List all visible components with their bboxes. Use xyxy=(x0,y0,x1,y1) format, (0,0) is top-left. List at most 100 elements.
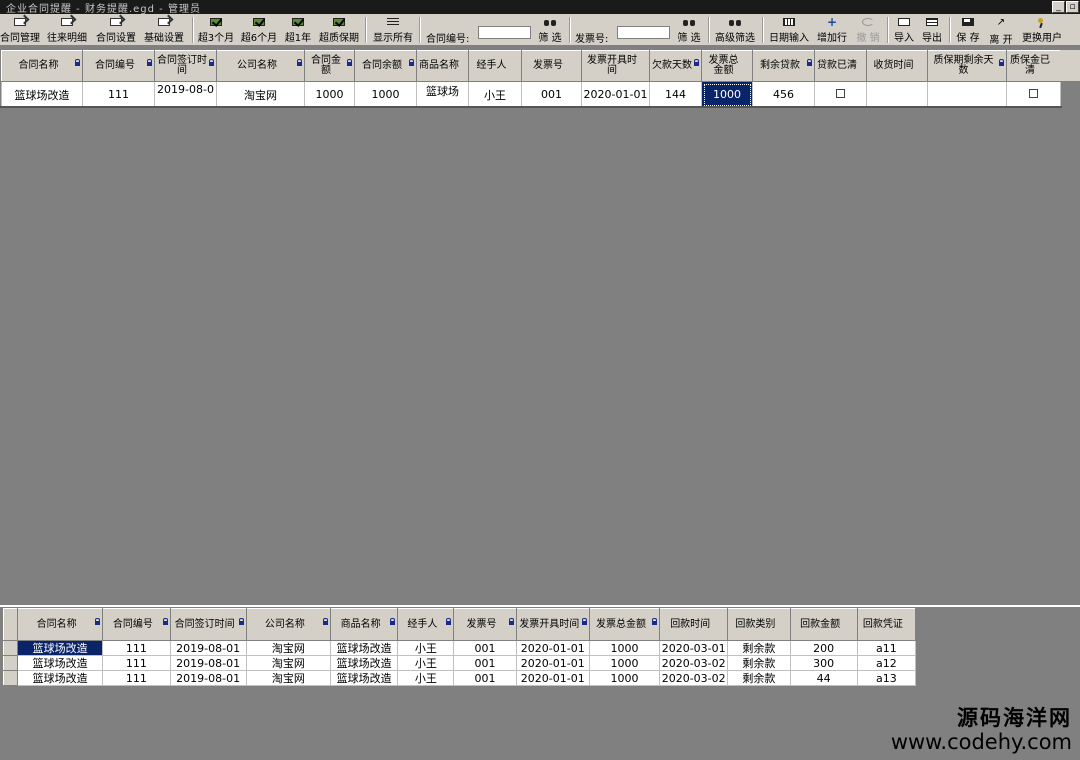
column-header[interactable]: 剩余贷款 xyxy=(752,50,815,82)
cell-days-owed[interactable]: 144 xyxy=(649,81,702,108)
cell-contract-name[interactable]: 篮球场改造 xyxy=(17,670,104,686)
contract-settings-button[interactable]: 合同设置 xyxy=(94,16,138,44)
cell-handler[interactable]: 小王 xyxy=(397,655,455,671)
column-header[interactable]: 合同名称 xyxy=(17,608,104,641)
cell-payment-voucher[interactable]: a13 xyxy=(856,670,917,686)
export-button[interactable]: 导出 xyxy=(919,16,945,44)
cell-sign-date[interactable]: 2019-08-01 xyxy=(169,640,247,656)
cell-contract-name[interactable]: 篮球场改造 xyxy=(17,655,104,671)
history-button[interactable]: 往来明细 xyxy=(45,16,89,44)
column-header[interactable]: 回款金额 xyxy=(789,608,858,641)
row-indicator-header[interactable] xyxy=(2,608,19,641)
cell-loan-cleared[interactable] xyxy=(814,81,867,108)
column-header[interactable]: 发票号 xyxy=(521,50,582,82)
row-indicator[interactable] xyxy=(2,640,19,656)
contract-grid[interactable]: 合同名称 合同编号 合同签订时间 公司名称 合同金额 合同余额 商品名称 经手人… xyxy=(1,50,1061,108)
undo-button[interactable]: 撤 销 xyxy=(852,16,884,44)
cell-invoice-total[interactable]: 1000 xyxy=(588,670,661,686)
cell-contract-name[interactable]: 篮球场改造 xyxy=(17,640,104,656)
table-row[interactable]: 篮球场改造 111 2019-08-0 淘宝网 1000 1000 篮球场 小王… xyxy=(1,81,1061,108)
column-header[interactable]: 商品名称 xyxy=(330,608,399,641)
over-6-months-button[interactable]: 超6个月 xyxy=(239,16,279,44)
cell-company[interactable]: 淘宝网 xyxy=(216,81,305,108)
cell-payment-type[interactable]: 剩余款 xyxy=(727,640,791,656)
table-row[interactable]: 篮球场改造 111 2019-08-01 淘宝网 篮球场改造 小王 001 20… xyxy=(2,670,917,686)
column-header[interactable]: 欠款天数 xyxy=(649,50,702,82)
cell-payment-voucher[interactable]: a12 xyxy=(856,655,917,671)
column-header[interactable]: 发票总金额 xyxy=(588,608,661,641)
cell-payment-amount[interactable]: 300 xyxy=(789,655,858,671)
column-header[interactable]: 合同编号 xyxy=(82,50,155,82)
deposit-cleared-checkbox[interactable] xyxy=(1029,89,1038,98)
advanced-filter-button[interactable]: 高级筛选 xyxy=(711,16,759,44)
cell-contract-no[interactable]: 111 xyxy=(102,655,171,671)
column-header[interactable]: 回款类别 xyxy=(727,608,791,641)
table-row[interactable]: 篮球场改造 111 2019-08-01 淘宝网 篮球场改造 小王 001 20… xyxy=(2,640,917,656)
over-warranty-button[interactable]: 超质保期 xyxy=(316,16,362,44)
import-button[interactable]: 导入 xyxy=(891,16,917,44)
cell-handler[interactable]: 小王 xyxy=(397,670,455,686)
cell-invoice-date[interactable]: 2020-01-01 xyxy=(515,640,590,656)
column-header[interactable]: 收货时间 xyxy=(866,50,928,82)
cell-contract-no[interactable]: 111 xyxy=(102,640,171,656)
column-header[interactable]: 回款时间 xyxy=(659,608,729,641)
cell-payment-date[interactable]: 2020-03-02 xyxy=(659,655,729,671)
cell-payment-voucher[interactable]: a11 xyxy=(856,640,917,656)
cell-payment-amount[interactable]: 44 xyxy=(789,670,858,686)
column-header[interactable]: 发票开具时间 xyxy=(515,608,590,641)
cell-company[interactable]: 淘宝网 xyxy=(245,655,332,671)
column-header[interactable]: 公司名称 xyxy=(216,50,305,82)
change-user-button[interactable]: 更换用户 xyxy=(1019,16,1065,44)
cell-invoice-no[interactable]: 001 xyxy=(453,655,517,671)
contract-no-input[interactable] xyxy=(478,26,531,39)
column-header[interactable]: 经手人 xyxy=(397,608,455,641)
cell-payment-date[interactable]: 2020-03-02 xyxy=(659,670,729,686)
column-header[interactable]: 合同余额 xyxy=(354,50,417,82)
cell-warranty-days[interactable] xyxy=(927,81,1007,108)
cell-invoice-date[interactable]: 2020-01-01 xyxy=(515,655,590,671)
minimize-button[interactable]: _ xyxy=(1052,1,1065,13)
cell-invoice-total[interactable]: 1000 xyxy=(588,655,661,671)
cell-contract-balance[interactable]: 1000 xyxy=(354,81,417,108)
cell-payment-date[interactable]: 2020-03-01 xyxy=(659,640,729,656)
cell-payment-type[interactable]: 剩余款 xyxy=(727,670,791,686)
cell-product[interactable]: 篮球场改造 xyxy=(330,670,399,686)
invoice-no-input[interactable] xyxy=(617,26,670,39)
save-button[interactable]: 保 存 xyxy=(953,16,983,44)
column-header[interactable]: 合同名称 xyxy=(1,50,83,82)
cell-product[interactable]: 篮球场改造 xyxy=(330,640,399,656)
cell-product[interactable]: 篮球场改造 xyxy=(330,655,399,671)
show-all-button[interactable]: 显示所有 xyxy=(370,16,416,44)
cell-deposit-cleared[interactable] xyxy=(1006,81,1061,108)
cell-contract-name[interactable]: 篮球场改造 xyxy=(1,81,83,108)
row-indicator[interactable] xyxy=(2,655,19,671)
contract-mgmt-button[interactable]: 合同管理 xyxy=(0,16,40,44)
cell-invoice-no[interactable]: 001 xyxy=(453,670,517,686)
column-header[interactable]: 合同签订时间 xyxy=(154,50,217,82)
restore-button[interactable]: ▫ xyxy=(1066,1,1079,13)
column-header[interactable]: 回款凭证 xyxy=(856,608,917,641)
table-row[interactable]: 篮球场改造 111 2019-08-01 淘宝网 篮球场改造 小王 001 20… xyxy=(2,655,917,671)
payments-grid[interactable]: 合同名称 合同编号 合同签订时间 公司名称 商品名称 经手人 发票号 发票开具时… xyxy=(2,608,917,686)
cell-invoice-no[interactable]: 001 xyxy=(521,81,582,108)
loan-cleared-checkbox[interactable] xyxy=(836,89,845,98)
cell-handler[interactable]: 小王 xyxy=(468,81,522,108)
cell-contract-no[interactable]: 111 xyxy=(102,670,171,686)
column-header[interactable]: 合同签订时间 xyxy=(169,608,247,641)
cell-contract-no[interactable]: 111 xyxy=(82,81,155,108)
cell-invoice-total[interactable]: 1000 xyxy=(701,81,753,108)
column-header[interactable]: 质保期剩余天数 xyxy=(927,50,1007,82)
filter-invoice-button[interactable]: 筛 选 xyxy=(673,16,705,44)
cell-company[interactable]: 淘宝网 xyxy=(245,670,332,686)
over-1-year-button[interactable]: 超1年 xyxy=(282,16,314,44)
column-header[interactable]: 发票开具时间 xyxy=(581,50,650,82)
row-indicator[interactable] xyxy=(2,670,19,686)
cell-product[interactable]: 篮球场 xyxy=(416,81,469,108)
cell-payment-amount[interactable]: 200 xyxy=(789,640,858,656)
cell-remaining-loan[interactable]: 456 xyxy=(752,81,815,108)
column-header[interactable]: 公司名称 xyxy=(245,608,332,641)
column-header[interactable]: 合同编号 xyxy=(102,608,171,641)
cell-company[interactable]: 淘宝网 xyxy=(245,640,332,656)
add-row-button[interactable]: 增加行 xyxy=(815,15,849,44)
cell-received-date[interactable] xyxy=(866,81,928,108)
